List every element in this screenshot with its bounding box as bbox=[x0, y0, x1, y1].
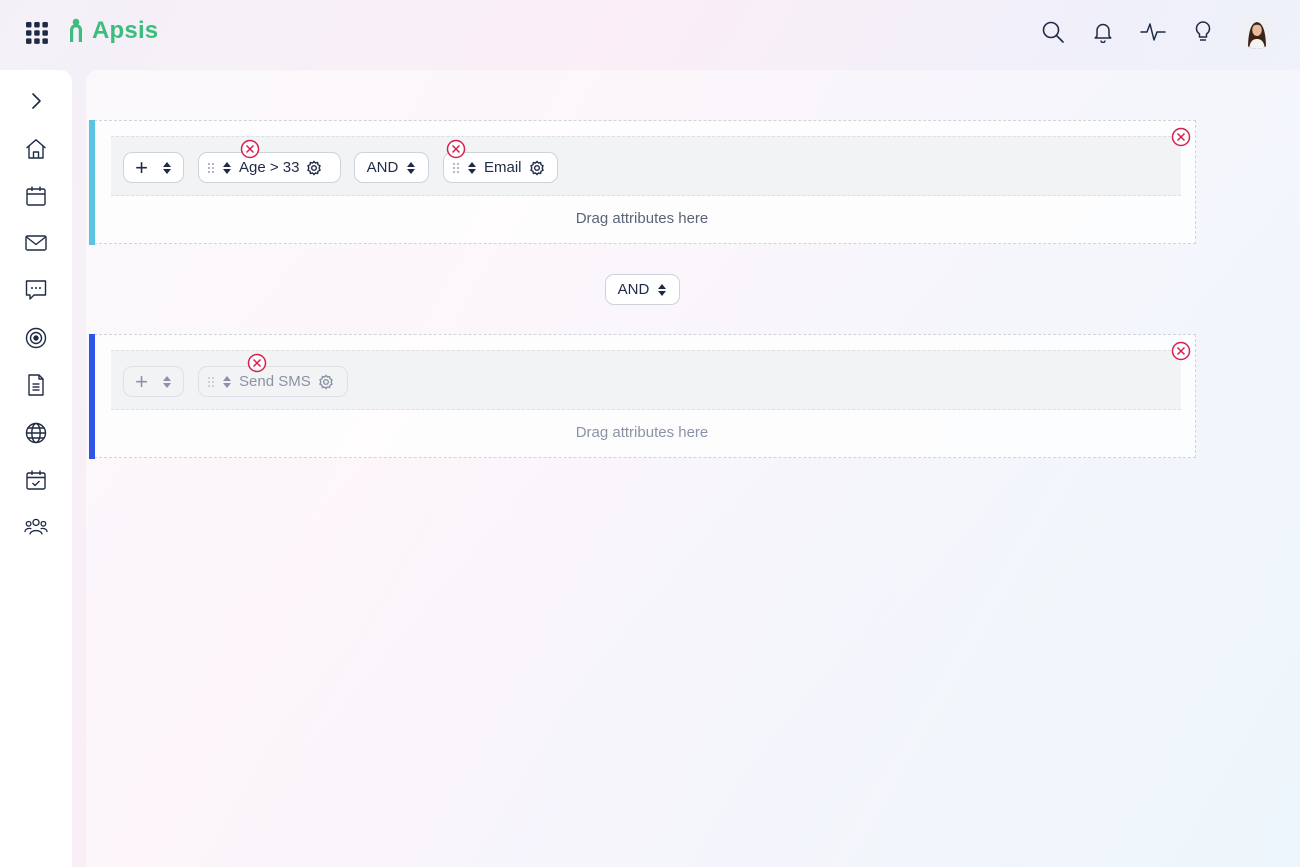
calendar-check-icon[interactable] bbox=[24, 468, 48, 492]
drag-hint: Drag attributes here bbox=[575, 210, 709, 227]
calendar-icon[interactable] bbox=[24, 184, 48, 208]
top-bar: Apsis bbox=[0, 0, 1300, 70]
sort-icon[interactable] bbox=[467, 161, 477, 175]
search-icon[interactable] bbox=[1040, 19, 1066, 45]
settings-icon[interactable] bbox=[306, 159, 322, 176]
sort-icon bbox=[162, 161, 171, 174]
sort-icon[interactable] bbox=[222, 161, 232, 175]
sort-icon[interactable] bbox=[222, 375, 232, 389]
lightbulb-icon[interactable] bbox=[1190, 19, 1216, 45]
remove-condition-icon[interactable] bbox=[247, 353, 267, 373]
sort-icon bbox=[162, 375, 171, 388]
operator-label: AND bbox=[366, 159, 399, 176]
remove-condition-icon[interactable] bbox=[240, 139, 260, 159]
mail-icon[interactable] bbox=[24, 231, 48, 255]
condition-label: Send SMS bbox=[239, 373, 311, 390]
condition-label: Age > 33 bbox=[239, 159, 300, 176]
sort-icon bbox=[407, 161, 416, 174]
drag-handle-icon[interactable] bbox=[452, 162, 460, 174]
condition-row: + Send SMS bbox=[111, 350, 1181, 410]
add-label: + bbox=[135, 368, 148, 394]
sort-icon bbox=[658, 283, 667, 296]
condition-label: Email bbox=[484, 159, 522, 176]
apps-grid-icon[interactable] bbox=[26, 22, 48, 44]
add-condition-button[interactable]: + bbox=[123, 366, 184, 397]
users-icon[interactable] bbox=[24, 515, 48, 539]
condition-chip[interactable]: Age > 33 bbox=[198, 152, 341, 183]
add-label: + bbox=[135, 154, 148, 180]
settings-icon[interactable] bbox=[529, 159, 545, 176]
add-condition-button[interactable]: + bbox=[123, 152, 184, 183]
chat-icon[interactable] bbox=[24, 278, 48, 302]
expand-sidebar-icon[interactable] bbox=[24, 89, 48, 113]
remove-group-icon[interactable] bbox=[1171, 127, 1191, 147]
drag-handle-icon[interactable] bbox=[207, 376, 215, 388]
condition-row: + Age > 33 AND Email bbox=[111, 136, 1181, 196]
settings-icon[interactable] bbox=[318, 373, 334, 390]
condition-chip[interactable]: Send SMS bbox=[198, 366, 348, 397]
target-icon[interactable] bbox=[24, 326, 48, 350]
app-name: Apsis bbox=[92, 17, 159, 44]
document-icon[interactable] bbox=[24, 373, 48, 397]
segment-group-2: + Send SMS Drag attributes here bbox=[89, 334, 1196, 459]
drag-hint: Drag attributes here bbox=[575, 424, 709, 441]
group-operator-select[interactable]: AND bbox=[605, 274, 680, 305]
top-actions bbox=[1040, 15, 1274, 49]
apsis-logo-icon bbox=[70, 18, 82, 42]
segment-group-1: + Age > 33 AND Email Drag attributes her… bbox=[89, 120, 1196, 245]
apsis-logo[interactable]: Apsis bbox=[66, 17, 158, 45]
sidebar bbox=[0, 70, 72, 867]
globe-icon[interactable] bbox=[24, 421, 48, 445]
home-icon[interactable] bbox=[24, 137, 48, 161]
remove-group-icon[interactable] bbox=[1171, 341, 1191, 361]
avatar[interactable] bbox=[1240, 15, 1274, 49]
drag-handle-icon[interactable] bbox=[207, 162, 215, 174]
remove-condition-icon[interactable] bbox=[446, 139, 466, 159]
activity-icon[interactable] bbox=[1140, 19, 1166, 45]
operator-select[interactable]: AND bbox=[354, 152, 429, 183]
group-operator-label: AND bbox=[617, 281, 650, 298]
bell-icon[interactable] bbox=[1090, 19, 1116, 45]
